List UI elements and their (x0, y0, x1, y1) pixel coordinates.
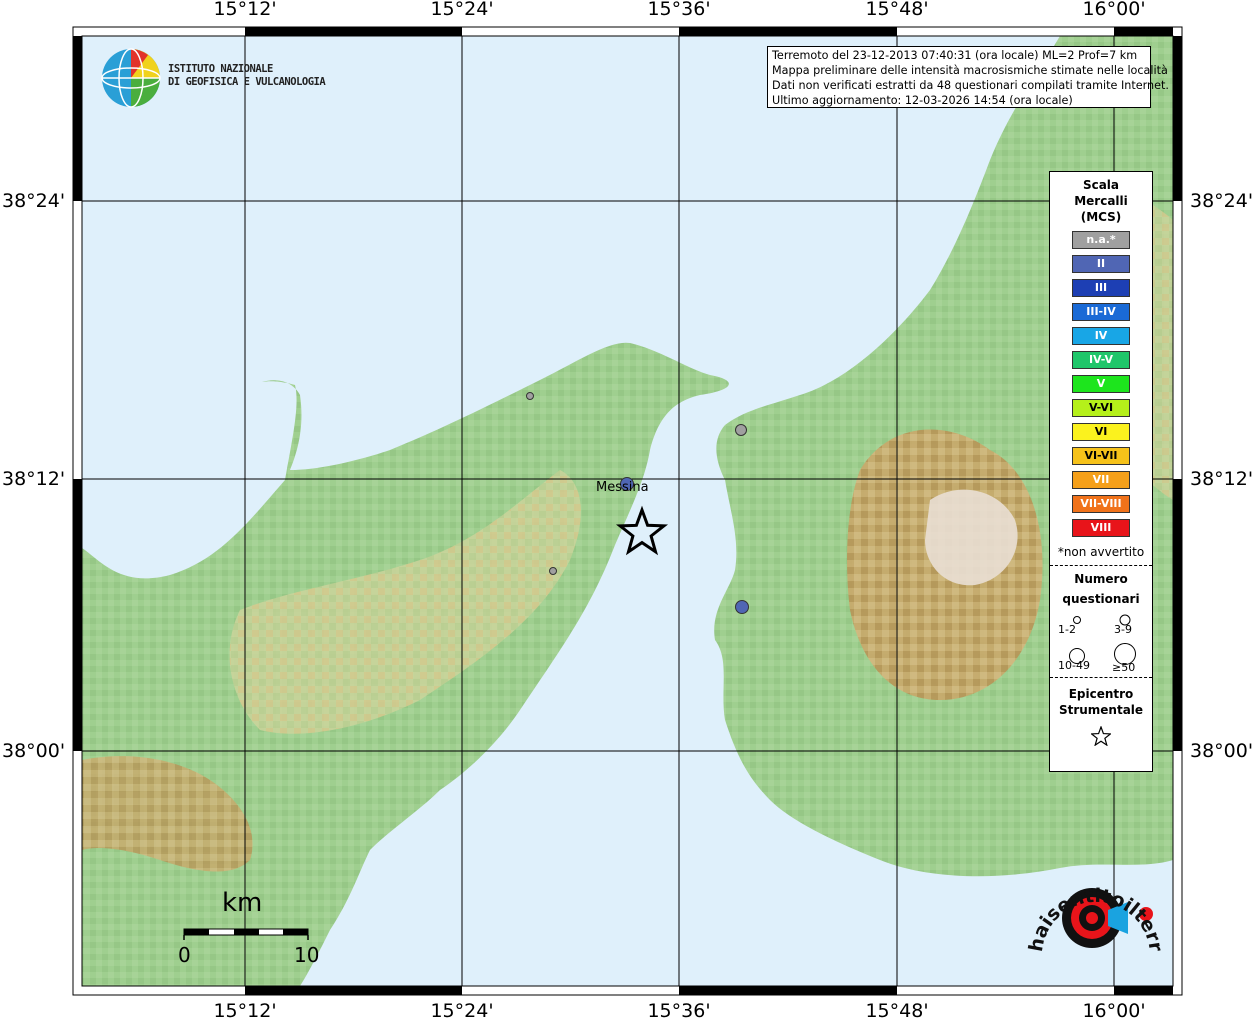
epicenter-title: Epicentro Strumentale (1050, 686, 1152, 718)
event-info-line: Ultimo aggiornamento: 12-03-2026 14:54 (… (772, 94, 1073, 107)
lon-label-top: 15°48' (865, 0, 929, 20)
intensity-swatch: VIII (1072, 519, 1130, 537)
intensity-swatch: VII (1072, 471, 1130, 489)
count-label: 3-9 (1114, 623, 1132, 636)
lat-label-left: 38°00' (2, 740, 66, 762)
legend-title: Scala Mercalli (MCS) (1050, 177, 1152, 225)
event-info-box: Terremoto del 23-12-2013 07:40:31 (ora l… (767, 46, 1169, 108)
ingv-logo-line1: ISTITUTO NAZIONALE (168, 63, 273, 75)
intensity-swatch: n.a.* (1072, 231, 1130, 249)
lon-label-bottom: 15°36' (647, 1000, 711, 1022)
count-title-line: Numero (1074, 572, 1128, 586)
intensity-swatch: V-VI (1072, 399, 1130, 417)
intensity-swatch: IV-V (1072, 351, 1130, 369)
legend-title-line: Mercalli (1074, 194, 1128, 208)
lat-label-right: 38°00' (1190, 740, 1254, 762)
legend-title-line: (MCS) (1080, 210, 1122, 224)
scale-bar-unit: km (222, 888, 263, 918)
epicenter-star-icon (1089, 725, 1113, 747)
svg-text:haisentitoilterremoto.it: haisentitoilterremoto.it (1020, 846, 1167, 954)
event-info-line: Terremoto del 23-12-2013 07:40:31 (ora l… (772, 49, 1138, 62)
lon-label-bottom: 15°12' (213, 1000, 277, 1022)
epicenter-title-line: Strumentale (1058, 703, 1144, 717)
count-label: ≥50 (1112, 661, 1136, 674)
intensity-swatch: VI-VII (1072, 447, 1130, 465)
place-label-messina: Messina (596, 480, 649, 495)
lon-label-bottom: 16°00' (1082, 1000, 1146, 1022)
intensity-swatch: IV (1072, 327, 1130, 345)
count-title-line: questionari (1062, 592, 1140, 606)
event-info-line: Mappa preliminare delle intensità macros… (772, 64, 1168, 77)
lat-label-right: 38°24' (1190, 190, 1254, 212)
intensity-swatch: II (1072, 255, 1130, 273)
ingv-logo-line2: DI GEOFISICA E VULCANOLOGIA (168, 76, 326, 88)
ingv-logo: ISTITUTO NAZIONALE DI GEOFISICA E VULCAN… (100, 46, 360, 110)
intensity-scale: n.a.* II III III-IV IV IV-V V V-VI VI VI-VII VII VI… (1050, 231, 1152, 537)
event-info-line: Dati non verificati estratti da 48 quest… (772, 79, 1169, 92)
epicenter-title-line: Epicentro (1068, 687, 1134, 701)
intensity-swatch: III (1072, 279, 1130, 297)
intensity-swatch: V (1072, 375, 1130, 393)
lon-label-top: 15°24' (430, 0, 494, 20)
legend-separator (1050, 565, 1152, 566)
lat-label-right: 38°12' (1190, 468, 1254, 490)
watermark-text: haisentitoilterremoto.it (1020, 846, 1167, 954)
lon-label-top: 15°12' (213, 0, 277, 20)
intensity-swatch: III-IV (1072, 303, 1130, 321)
lat-label-left: 38°12' (2, 468, 66, 490)
scale-bar-start: 0 (178, 943, 191, 967)
haisentito-watermark: haisentitoilterremoto.it (1020, 846, 1167, 954)
scale-bar: km 0 10 (178, 888, 320, 968)
observation-point[interactable] (735, 424, 747, 436)
observation-point[interactable] (549, 567, 557, 575)
legend-title-line: Scala (1082, 178, 1120, 192)
legend: Scala Mercalli (MCS) n.a.* II III III-IV IV I… (1049, 171, 1153, 772)
lon-label-top: 15°36' (647, 0, 711, 20)
lon-label-bottom: 15°48' (865, 1000, 929, 1022)
intensity-swatch: VII-VIII (1072, 495, 1130, 513)
observation-point[interactable] (735, 600, 749, 614)
legend-separator (1050, 677, 1152, 678)
not-felt-note: *non avvertito (1057, 545, 1145, 559)
count-title: Numero questionari (1050, 569, 1152, 609)
scale-bar-end: 10 (294, 943, 320, 967)
count-label: 1-2 (1058, 623, 1076, 636)
lon-label-bottom: 15°24' (430, 1000, 494, 1022)
intensity-swatch: VI (1072, 423, 1130, 441)
lat-label-left: 38°24' (2, 190, 66, 212)
count-label: 10-49 (1058, 659, 1090, 672)
lon-label-top: 16°00' (1082, 0, 1146, 20)
observation-point[interactable] (526, 392, 534, 400)
